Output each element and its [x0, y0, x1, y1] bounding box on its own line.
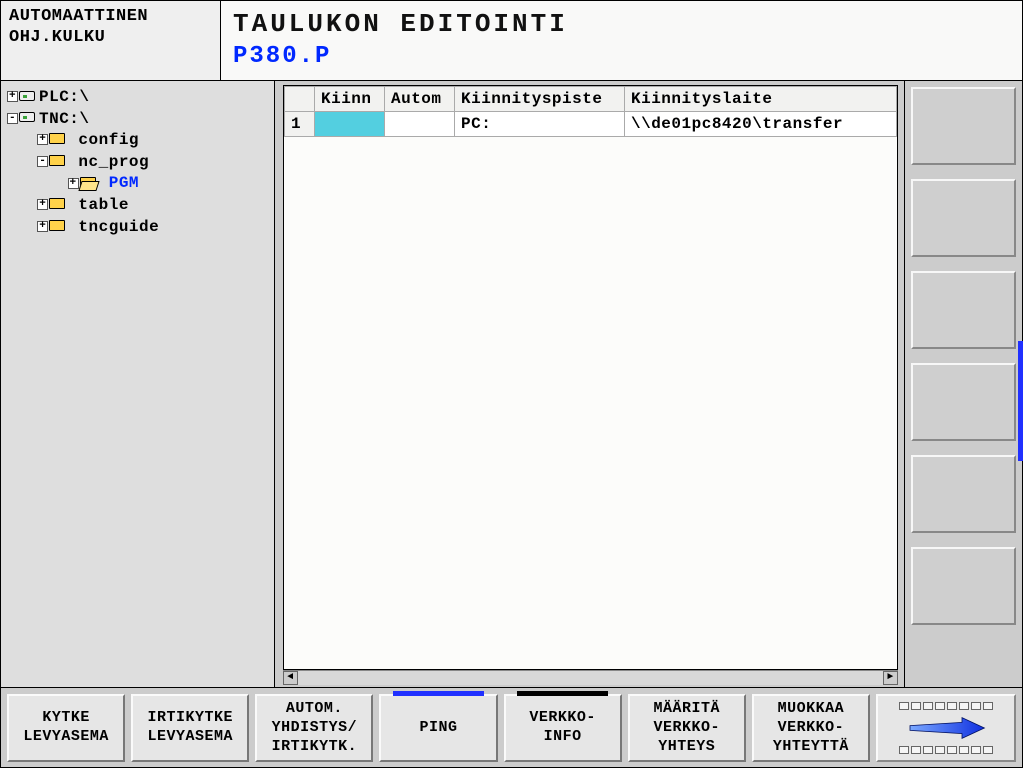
cell-kiinn[interactable]: [315, 112, 385, 137]
table-wrap: Kiinn Autom Kiinnityspiste Kiinnityslait…: [283, 85, 898, 670]
horizontal-scrollbar[interactable]: ◄ ►: [283, 670, 898, 685]
expand-icon[interactable]: +: [7, 91, 18, 102]
cell-kiinnityspiste[interactable]: PC:: [455, 112, 625, 137]
folder-icon: [49, 133, 65, 144]
table-area: Kiinn Autom Kiinnityspiste Kiinnityslait…: [275, 81, 904, 687]
drive-icon: [19, 112, 35, 122]
col-kiinnityspiste[interactable]: Kiinnityspiste: [455, 87, 625, 112]
cell-autom[interactable]: [385, 112, 455, 137]
softkey-auto-connect[interactable]: AUTOM. YHDISTYS/ IRTIKYTK.: [255, 694, 373, 762]
folder-icon: [49, 220, 65, 231]
softkey-network-info[interactable]: VERKKO- INFO: [504, 694, 622, 762]
mode-panel: AUTOMAATTINEN OHJ.KULKU: [1, 1, 221, 80]
bottom-softkey-row: KYTKE LEVYASEMA IRTIKYTKE LEVYASEMA AUTO…: [1, 687, 1022, 767]
side-softkey-4[interactable]: [911, 363, 1016, 441]
cell-rownum: 1: [285, 112, 315, 137]
side-softkey-1[interactable]: [911, 87, 1016, 165]
folder-open-icon: [80, 177, 96, 188]
mode-line1: AUTOMAATTINEN: [9, 6, 212, 27]
softkey-page-nav[interactable]: [876, 694, 1016, 762]
file-tree[interactable]: +PLC:\ -TNC:\ + config - nc_prog + PGM +…: [1, 81, 275, 687]
right-softkey-column: [904, 81, 1022, 687]
side-softkey-5[interactable]: [911, 455, 1016, 533]
scroll-left-icon[interactable]: ◄: [283, 671, 298, 685]
table-header-row: Kiinn Autom Kiinnityspiste Kiinnityslait…: [285, 87, 897, 112]
app-root: AUTOMAATTINEN OHJ.KULKU TAULUKON EDITOIN…: [0, 0, 1023, 768]
vertical-scroll-indicator[interactable]: [1018, 341, 1023, 461]
title-file: P380.P: [233, 43, 1010, 70]
arrow-right-icon: [906, 715, 986, 741]
page-indicator-top: [899, 702, 993, 710]
folder-icon: [49, 155, 65, 166]
tree-item-ncprog[interactable]: - nc_prog: [7, 152, 268, 174]
cell-kiinnityslaite[interactable]: \\de01pc8420\transfer: [625, 112, 897, 137]
expand-icon[interactable]: +: [37, 221, 48, 232]
expand-icon[interactable]: +: [68, 178, 79, 189]
tree-item-table[interactable]: + table: [7, 195, 268, 217]
tree-item-tnc[interactable]: -TNC:\: [7, 109, 268, 131]
tree-item-config[interactable]: + config: [7, 130, 268, 152]
col-kiinn[interactable]: Kiinn: [315, 87, 385, 112]
middle: +PLC:\ -TNC:\ + config - nc_prog + PGM +…: [1, 81, 1022, 687]
tree-item-pgm[interactable]: + PGM: [7, 173, 268, 195]
data-table[interactable]: Kiinn Autom Kiinnityspiste Kiinnityslait…: [284, 86, 897, 137]
table-row[interactable]: 1 PC: \\de01pc8420\transfer: [285, 112, 897, 137]
header: AUTOMAATTINEN OHJ.KULKU TAULUKON EDITOIN…: [1, 1, 1022, 81]
col-rownum: [285, 87, 315, 112]
active-indicator: [393, 691, 484, 696]
tree-item-plc[interactable]: +PLC:\: [7, 87, 268, 109]
softkey-disconnect-drive[interactable]: IRTIKYTKE LEVYASEMA: [131, 694, 249, 762]
side-softkey-6[interactable]: [911, 547, 1016, 625]
expand-icon[interactable]: +: [37, 199, 48, 210]
drive-icon: [19, 91, 35, 101]
page-indicator-bottom: [899, 746, 993, 754]
collapse-icon[interactable]: -: [7, 113, 18, 124]
side-softkey-3[interactable]: [911, 271, 1016, 349]
title-line1: TAULUKON EDITOINTI: [233, 9, 1010, 39]
mode-line2: OHJ.KULKU: [9, 27, 212, 48]
title-panel: TAULUKON EDITOINTI P380.P: [221, 1, 1022, 80]
tree-item-tncguide[interactable]: + tncguide: [7, 217, 268, 239]
softkey-define-network[interactable]: MÄÄRITÄ VERKKO- YHTEYS: [628, 694, 746, 762]
softkey-ping[interactable]: PING: [379, 694, 497, 762]
softkey-edit-network[interactable]: MUOKKAA VERKKO- YHTEYTTÄ: [752, 694, 870, 762]
softkey-connect-drive[interactable]: KYTKE LEVYASEMA: [7, 694, 125, 762]
side-softkey-2[interactable]: [911, 179, 1016, 257]
folder-icon: [49, 198, 65, 209]
expand-icon[interactable]: +: [37, 134, 48, 145]
col-kiinnityslaite[interactable]: Kiinnityslaite: [625, 87, 897, 112]
scroll-right-icon[interactable]: ►: [883, 671, 898, 685]
indicator: [517, 691, 608, 696]
col-autom[interactable]: Autom: [385, 87, 455, 112]
collapse-icon[interactable]: -: [37, 156, 48, 167]
